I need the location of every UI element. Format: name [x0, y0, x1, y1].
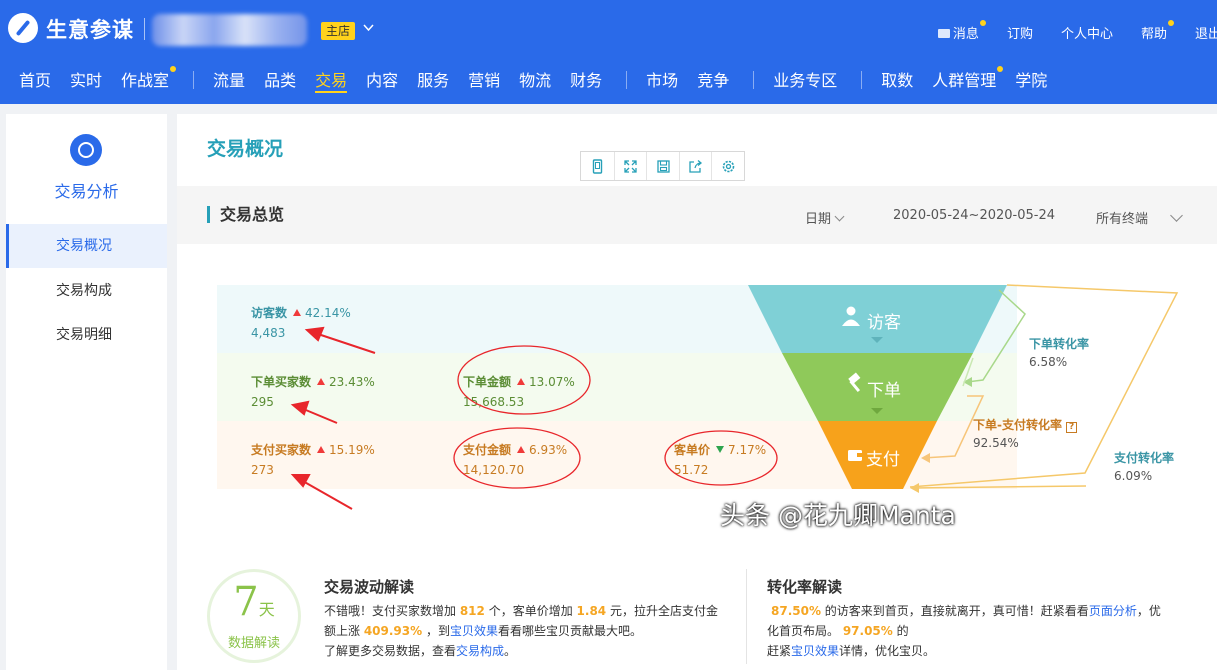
nav-marketing[interactable]: 营销: [468, 62, 500, 104]
pay-amount-metric[interactable]: 支付金额 6.93% 14,120.70: [463, 441, 567, 477]
nav-logistics[interactable]: 物流: [519, 62, 551, 104]
nav-content[interactable]: 内容: [366, 62, 398, 104]
arrow-up-icon: [293, 309, 302, 316]
nav-traffic[interactable]: 流量: [213, 62, 245, 104]
divider: [144, 18, 145, 40]
arrow-up-icon: [517, 446, 526, 453]
save-icon[interactable]: [646, 152, 679, 180]
exchange-icon: [70, 134, 102, 166]
funnel-label-order: 下单: [867, 381, 901, 401]
top-link-profile[interactable]: 个人中心: [1061, 23, 1113, 42]
trade-interpretation-text: 不错哦！支付买家数增加 812 个，客单价增加 1.84 元，拉升全店支付金 额…: [324, 604, 718, 658]
nav-divider: [193, 71, 195, 89]
arrow-down-icon: [716, 446, 725, 453]
date-type-select[interactable]: 日期: [805, 208, 845, 227]
nav-realtime[interactable]: 实时: [70, 62, 102, 104]
help-icon[interactable]: ?: [1066, 422, 1078, 433]
chevron-down-icon: [1170, 209, 1183, 222]
order-pay-conversion-rate[interactable]: 下单-支付转化率 ? 92.54%: [973, 416, 1078, 450]
funnel-label-pay: 支付: [866, 450, 900, 470]
top-link-help[interactable]: 帮助: [1141, 20, 1174, 42]
conversion-interpretation-title: 转化率解读: [767, 578, 843, 596]
top-link-subscribe[interactable]: 订购: [1007, 23, 1033, 42]
mail-icon: [937, 29, 950, 38]
settings-icon[interactable]: [711, 152, 744, 180]
nav-service[interactable]: 服务: [417, 62, 449, 104]
item-effect-link[interactable]: 宝贝效果: [450, 624, 498, 638]
sidebar: 交易分析 交易概况 交易构成 交易明细: [6, 114, 167, 670]
top-bar: 生意参谋 主店 消息 订购 个人中心 帮助 退出 首页 实时 作战室 流量 品类…: [0, 0, 1217, 104]
item-effect-link[interactable]: 宝贝效果: [791, 644, 839, 658]
trade-interpretation-title: 交易波动解读: [324, 578, 415, 596]
chevron-down-icon: [834, 211, 845, 222]
shop-name-blurred: [152, 14, 307, 46]
watermark: 头条 @花九卿Manta: [720, 501, 956, 530]
compass-logo-icon[interactable]: [8, 13, 38, 43]
nav-divider: [861, 71, 863, 89]
sidebar-item-detail[interactable]: 交易明细: [6, 313, 167, 357]
main-nav: 首页 实时 作战室 流量 品类 交易 内容 服务 营销 物流 财务 市场 竞争 …: [0, 62, 1047, 104]
phone-icon[interactable]: [581, 152, 614, 180]
top-link-logout[interactable]: 退出: [1195, 23, 1217, 42]
section-header: 交易总览 日期 2020-05-24~2020-05-24 所有终端: [177, 186, 1217, 244]
nav-audience[interactable]: 人群管理: [932, 62, 1004, 104]
trade-composition-link[interactable]: 交易构成: [456, 644, 504, 658]
nav-data-fetch[interactable]: 取数: [881, 62, 913, 104]
order-buyers-metric[interactable]: 下单买家数 23.43% 295: [251, 373, 375, 409]
order-amount-metric[interactable]: 下单金额 13.07% 15,668.53: [463, 373, 575, 409]
section-title: 交易总览: [207, 206, 284, 223]
page-title: 交易概况: [207, 138, 284, 160]
main-panel: 交易概况 交易总览 日期 2020-05-24~2020-05-24 所有终端 …: [177, 114, 1217, 670]
notification-dot: [979, 20, 986, 26]
funnel-label-visitors: 访客: [867, 313, 901, 333]
nav-competition[interactable]: 竞争: [697, 62, 729, 104]
notification-dot: [170, 66, 177, 72]
arrow-up-icon: [517, 378, 526, 385]
nav-business-zone[interactable]: 业务专区: [773, 62, 837, 104]
avg-price-metric[interactable]: 客单价 7.17% 51.72: [674, 441, 766, 477]
nav-finance[interactable]: 财务: [570, 62, 602, 104]
share-icon[interactable]: [678, 152, 712, 180]
nav-divider: [753, 71, 755, 89]
brand-title[interactable]: 生意参谋: [46, 14, 134, 44]
sidebar-title: 交易分析: [54, 182, 119, 201]
nav-warroom[interactable]: 作战室: [121, 62, 177, 104]
notification-dot: [1167, 20, 1174, 26]
divider: [746, 569, 747, 664]
arrow-up-icon: [317, 378, 326, 385]
nav-divider: [626, 71, 628, 89]
top-link-messages[interactable]: 消息: [937, 20, 986, 42]
conversion-interpretation-text: 87.50% 的访客来到首页，直接就离开，真可惜！赶紧看看页面分析，优 化首页布…: [767, 604, 1161, 658]
nav-academy[interactable]: 学院: [1015, 62, 1047, 104]
notification-dot: [997, 66, 1004, 72]
nav-trade[interactable]: 交易: [315, 62, 348, 104]
top-links: 消息 订购 个人中心 帮助 退出: [910, 20, 1217, 42]
nav-home[interactable]: 首页: [19, 62, 51, 104]
visitors-metric[interactable]: 访客数 42.14% 4,483: [251, 304, 351, 340]
sidebar-item-composition[interactable]: 交易构成: [6, 269, 167, 313]
nav-market[interactable]: 市场: [646, 62, 678, 104]
page-analysis-link[interactable]: 页面分析: [1089, 604, 1137, 618]
order-conversion-rate[interactable]: 下单转化率 6.58%: [1029, 335, 1089, 369]
pay-conversion-rate[interactable]: 支付转化率 6.09%: [1114, 449, 1174, 483]
pay-buyers-metric[interactable]: 支付买家数 15.19% 273: [251, 441, 375, 477]
arrow-up-icon: [317, 446, 326, 453]
seven-day-badge[interactable]: 7天 数据解读: [207, 569, 301, 663]
terminal-select[interactable]: 所有终端: [1096, 208, 1183, 227]
nav-category[interactable]: 品类: [264, 62, 296, 104]
shop-badge: 主店: [321, 22, 356, 40]
date-range[interactable]: 2020-05-24~2020-05-24: [893, 208, 1055, 223]
chevron-down-icon[interactable]: [363, 22, 374, 33]
sidebar-item-overview[interactable]: 交易概况: [6, 224, 167, 268]
interpretation-area: 7天 数据解读 交易波动解读 不错哦！支付买家数增加 812 个，客单价增加 1…: [177, 554, 1217, 670]
fullscreen-icon[interactable]: [613, 152, 647, 180]
chart-toolbar: [580, 151, 745, 181]
